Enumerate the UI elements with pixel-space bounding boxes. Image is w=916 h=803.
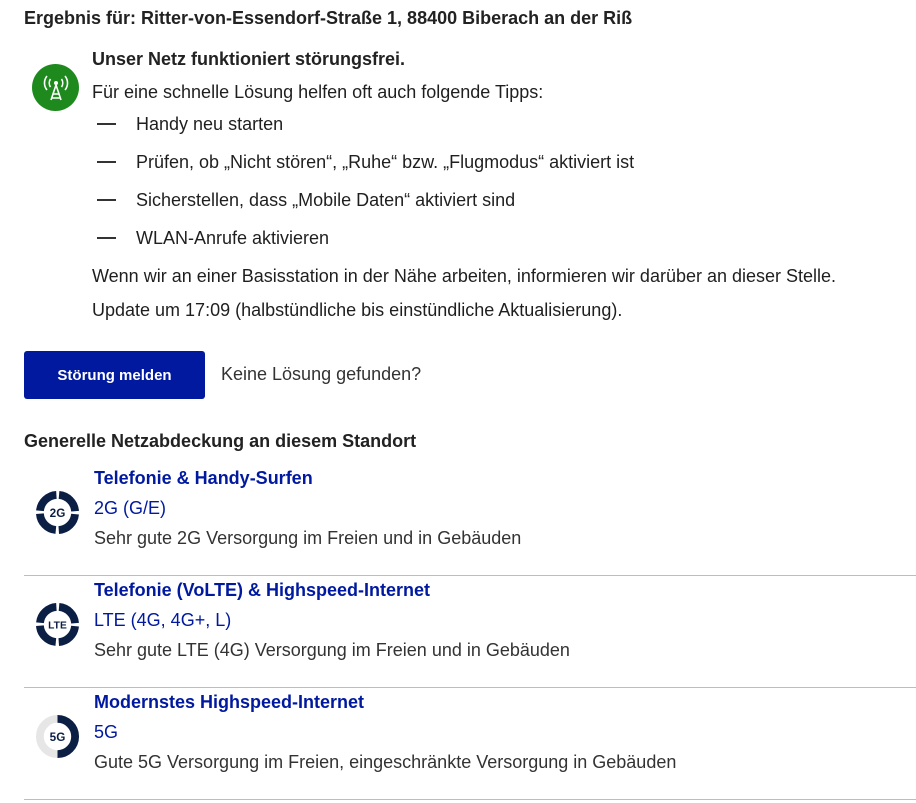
no-solution-text: Keine Lösung gefunden? xyxy=(221,364,422,384)
maintenance-info: Wenn wir an einer Basisstation in der Nä… xyxy=(92,266,837,286)
coverage-item-5g: 5G Modernstes Highspeed-Internet 5G Gute… xyxy=(24,687,916,800)
list-item: Prüfen, ob „Nicht stören“, „Ruhe“ bzw. „… xyxy=(92,149,912,187)
coverage-description: Sehr gute 2G Versorgung im Freien und in… xyxy=(94,528,522,548)
coverage-name: Telefonie (VoLTE) & Highspeed-Internet xyxy=(94,580,431,600)
update-info: Update um 17:09 (halbstündliche bis eins… xyxy=(92,300,623,320)
coverage-name: Telefonie & Handy-Surfen xyxy=(94,468,313,488)
dash-icon xyxy=(97,237,116,239)
coverage-tech: 5G xyxy=(94,722,119,742)
coverage-name: Modernstes Highspeed-Internet xyxy=(94,692,365,712)
list-item: Handy neu starten xyxy=(92,111,912,149)
svg-text:5G: 5G xyxy=(50,731,66,744)
coverage-tech: LTE (4G, 4G+, L) xyxy=(94,610,232,630)
tip-text: Sicherstellen, dass „Mobile Daten“ aktiv… xyxy=(136,190,516,210)
coverage-title: Generelle Netzabdeckung an diesem Stando… xyxy=(24,431,417,451)
network-lte-icon: LTE xyxy=(35,602,80,647)
coverage-item-2g: 2G Telefonie & Handy-Surfen 2G (G/E) Seh… xyxy=(24,463,916,576)
tips-intro: Für eine schnelle Lösung helfen oft auch… xyxy=(92,82,544,102)
result-title: Ergebnis für: Ritter-von-Essendorf-Straß… xyxy=(24,8,633,28)
antenna-tower-icon xyxy=(32,64,79,111)
status-heading: Unser Netz funktioniert störungsfrei. xyxy=(92,49,406,69)
list-item: WLAN-Anrufe aktivieren xyxy=(92,225,912,263)
svg-text:LTE: LTE xyxy=(48,620,67,631)
coverage-tech: 2G (G/E) xyxy=(94,498,167,518)
network-5g-icon: 5G xyxy=(35,714,80,759)
coverage-description: Sehr gute LTE (4G) Versorgung im Freien … xyxy=(94,640,570,660)
svg-text:2G: 2G xyxy=(50,507,66,520)
list-item: Sicherstellen, dass „Mobile Daten“ aktiv… xyxy=(92,187,912,225)
coverage-description: Gute 5G Versorgung im Freien, eingeschrä… xyxy=(94,752,677,772)
tip-text: Prüfen, ob „Nicht stören“, „Ruhe“ bzw. „… xyxy=(136,152,635,172)
network-2g-icon: 2G xyxy=(35,490,80,535)
tips-list: Handy neu starten Prüfen, ob „Nicht stör… xyxy=(92,111,912,263)
dash-icon xyxy=(97,123,116,125)
report-outage-button[interactable]: Störung melden xyxy=(24,351,205,399)
dash-icon xyxy=(97,161,116,163)
tip-text: Handy neu starten xyxy=(136,114,284,134)
coverage-item-lte: LTE Telefonie (VoLTE) & Highspeed-Intern… xyxy=(24,575,916,688)
dash-icon xyxy=(97,199,116,201)
tip-text: WLAN-Anrufe aktivieren xyxy=(136,228,330,248)
network-status: Unser Netz funktioniert störungsfrei. Fü… xyxy=(92,46,912,323)
